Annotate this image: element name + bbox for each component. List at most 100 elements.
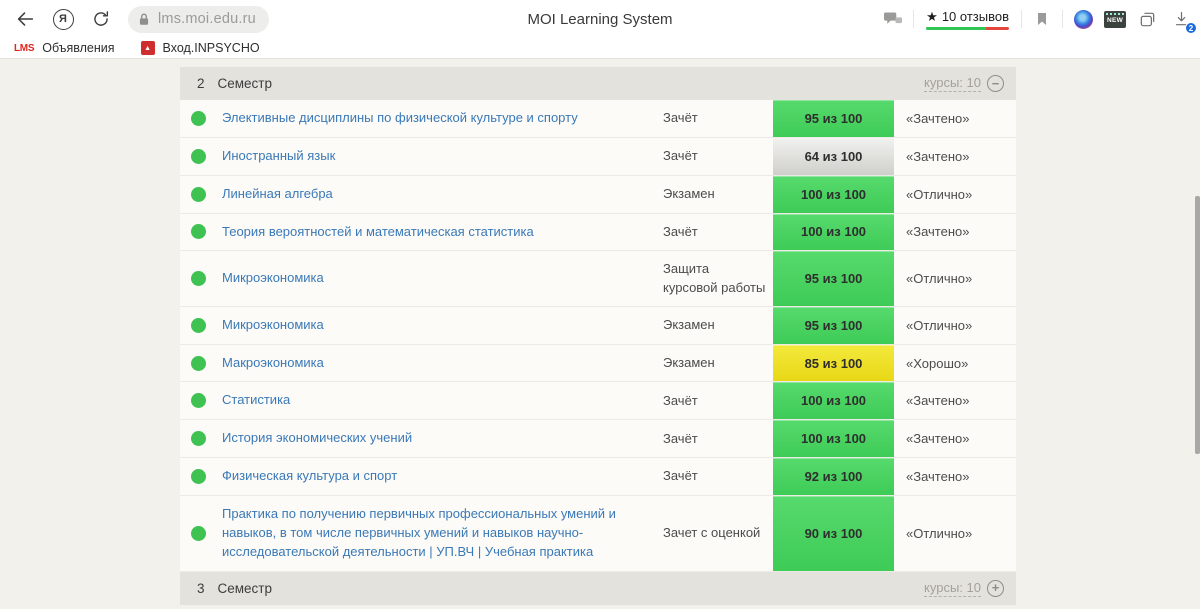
collections-icon[interactable] [1136,6,1158,32]
bookmark-item-announcements[interactable]: LMS Объявления [14,41,115,55]
courses-count: 10 [967,580,981,595]
status-dot-icon [191,526,206,541]
score-badge: 100 из 100 [773,420,894,457]
course-name-cell: Иностранный язык [222,138,663,175]
assessment-type: Зачёт [663,420,773,457]
extension-new-icon[interactable]: NEW [1104,6,1126,32]
course-row: Элективные дисциплины по физической куль… [180,100,1016,138]
assessment-type: Зачёт [663,214,773,251]
refresh-button[interactable] [88,6,114,32]
grade-text: «Зачтено» [894,458,1016,495]
course-link[interactable]: Элективные дисциплины по физической куль… [222,109,578,128]
course-link[interactable]: Физическая культура и спорт [222,467,397,486]
course-row: Иностранный язык Зачёт 64 из 100 «Зачтен… [180,138,1016,176]
bookmark-label: Вход.INPSYCHO [163,41,260,55]
assessment-type: Зачёт [663,138,773,175]
course-name-cell: Линейная алгебра [222,176,663,213]
course-link[interactable]: Линейная алгебра [222,185,333,204]
gradebook-table: 2 Семестр курсы: 10 − Элективные дисципл… [180,67,1016,605]
new-label: NEW [1107,18,1123,25]
status-cell [180,100,222,137]
lms-favicon: LMS [14,43,34,54]
status-cell [180,307,222,344]
status-dot-icon [191,271,206,286]
grade-text: «Зачтено» [894,420,1016,457]
yandex-browser-button[interactable]: Я [50,6,76,32]
assessment-type: Зачёт [663,382,773,419]
site-rating-widget[interactable]: ★ 10 отзывов [923,9,1012,30]
course-link[interactable]: Макроэкономика [222,354,324,373]
downloads-button[interactable]: 2 [1170,6,1192,32]
semester-2-header: 2 Семестр курсы: 10 − [180,67,1016,100]
course-name-cell: Микроэкономика [222,251,663,305]
downloads-badge: 2 [1185,22,1197,34]
assessment-type: Зачёт [663,458,773,495]
course-name-cell: Микроэкономика [222,307,663,344]
collapse-icon[interactable]: − [987,75,1004,92]
course-name-cell: Практика по получению первичных професси… [222,496,663,571]
page-scrollbar[interactable] [1195,196,1200,454]
status-cell [180,420,222,457]
extension-browser-icon[interactable] [1072,6,1094,32]
status-dot-icon [191,431,206,446]
status-dot-icon [191,318,206,333]
status-cell [180,176,222,213]
courses-label: курсы: [924,580,963,595]
bookmark-label: Объявления [42,41,114,55]
bookmark-icon[interactable] [1031,6,1053,32]
course-name-cell: Макроэкономика [222,345,663,382]
score-badge: 64 из 100 [773,138,894,175]
score-badge: 100 из 100 [773,214,894,251]
assessment-type: Экзамен [663,345,773,382]
assessment-type: Экзамен [663,307,773,344]
url-text: lms.moi.edu.ru [158,11,256,27]
status-dot-icon [191,111,206,126]
toolbar-divider [1062,10,1063,28]
assessment-type: Зачет с оценкой [663,496,773,571]
inpsycho-favicon: ▲ [141,41,155,55]
back-button[interactable] [12,6,38,32]
course-link[interactable]: Микроэкономика [222,269,324,288]
course-row: История экономических учений Зачёт 100 и… [180,420,1016,458]
grade-text: «Отлично» [894,176,1016,213]
course-row: Практика по получению первичных професси… [180,496,1016,572]
assessment-type: Защита курсовой работы [663,251,773,305]
course-link[interactable]: Микроэкономика [222,316,324,335]
score-badge: 92 из 100 [773,458,894,495]
course-name-cell: Элективные дисциплины по физической куль… [222,100,663,137]
course-row: Линейная алгебра Экзамен 100 из 100 «Отл… [180,176,1016,214]
course-link[interactable]: Статистика [222,391,290,410]
toolbar-right-icons: ★ 10 отзывов NEW [882,0,1192,38]
course-link[interactable]: История экономических учений [222,429,412,448]
protect-icon[interactable] [882,6,904,32]
status-cell [180,382,222,419]
semester-number: 3 [197,581,205,596]
semester-number: 2 [197,76,205,91]
assessment-type: Экзамен [663,176,773,213]
semester-3-courses-link[interactable]: курсы: 10 [924,580,981,597]
status-cell [180,458,222,495]
grade-text: «Отлично» [894,251,1016,305]
address-bar[interactable]: lms.moi.edu.ru [128,6,269,33]
status-cell [180,345,222,382]
course-row: Микроэкономика Защита курсовой работы 95… [180,251,1016,306]
semester-title: Семестр [218,581,273,596]
status-cell [180,214,222,251]
refresh-icon [91,9,111,29]
semester-2-courses-link[interactable]: курсы: 10 [924,75,981,92]
back-arrow-icon [14,8,36,30]
bookmarks-bar: LMS Объявления ▲ Вход.INPSYCHO [0,38,1200,58]
course-link[interactable]: Иностранный язык [222,147,335,166]
rating-bar [926,27,1009,30]
semester-2-rows: Элективные дисциплины по физической куль… [180,100,1016,572]
score-badge: 85 из 100 [773,345,894,382]
status-cell [180,138,222,175]
grade-text: «Хорошо» [894,345,1016,382]
lock-icon [137,12,151,27]
course-name-cell: Статистика [222,382,663,419]
bookmark-item-inpsycho[interactable]: ▲ Вход.INPSYCHO [141,41,260,55]
score-badge: 90 из 100 [773,496,894,571]
course-link[interactable]: Практика по получению первичных професси… [222,505,649,562]
course-link[interactable]: Теория вероятностей и математическая ста… [222,223,534,242]
expand-icon[interactable]: + [987,580,1004,597]
